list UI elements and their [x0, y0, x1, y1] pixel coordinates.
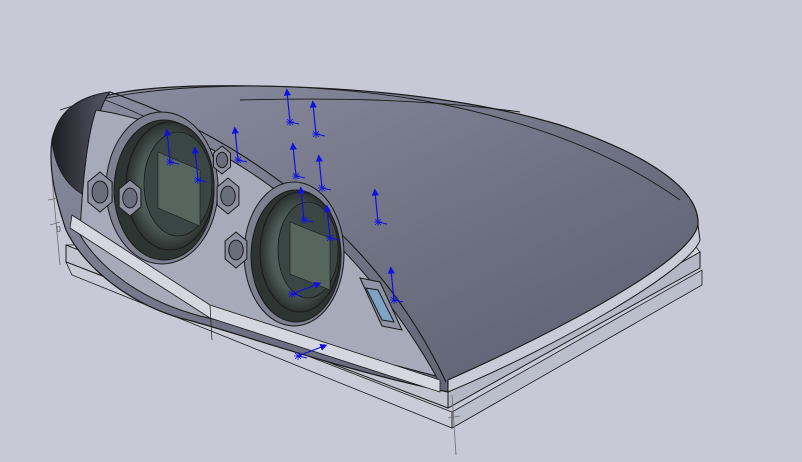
- hex-nut-hole: [215, 151, 229, 169]
- model-graphics[interactable]: 0: [0, 0, 802, 462]
- cad-viewport[interactable]: 0: [0, 0, 802, 462]
- hex-nut-hole: [228, 239, 244, 261]
- hex-nut-hole: [122, 187, 138, 209]
- lens-right[interactable]: [243, 181, 345, 327]
- hex-nut-hole: [91, 180, 109, 204]
- hex-nut-hole: [220, 185, 236, 207]
- dimension-label: 0: [56, 225, 61, 234]
